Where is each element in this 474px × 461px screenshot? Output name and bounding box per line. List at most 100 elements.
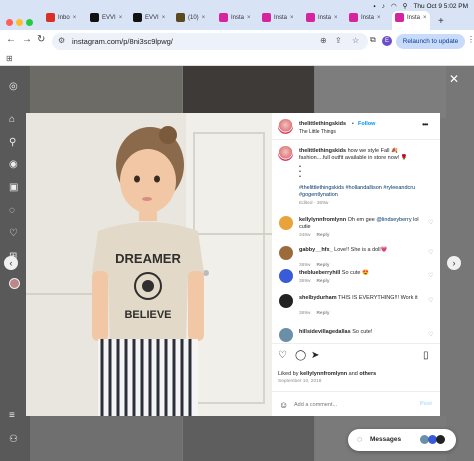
post-photo[interactable]: DREAMER BELIEVE: [26, 113, 272, 416]
comment-icon[interactable]: ◯: [295, 350, 306, 361]
menu-dots-icon[interactable]: ⋮: [467, 35, 474, 44]
next-post-button[interactable]: ›: [447, 256, 461, 270]
profile-avatar[interactable]: E: [382, 36, 392, 46]
zoom-icon[interactable]: ⊕: [320, 36, 327, 45]
comment-username[interactable]: theblueberryhill: [299, 270, 340, 276]
comment-mention[interactable]: @lindseyberry: [376, 217, 411, 223]
follow-button[interactable]: Follow: [358, 121, 375, 127]
post-comment-button[interactable]: Post: [420, 401, 432, 407]
profile-avatar-icon[interactable]: [9, 278, 20, 289]
liked-by-user[interactable]: kellylynnfromlynn: [300, 371, 347, 377]
bookmark-star-icon[interactable]: ☆: [352, 36, 359, 45]
tab-close-icon[interactable]: ×: [73, 15, 77, 21]
comment-like-heart-icon[interactable]: ♡: [428, 297, 433, 304]
add-comment-input[interactable]: [294, 399, 414, 411]
comment-reply-button[interactable]: Reply: [316, 233, 329, 238]
meta-icon[interactable]: ⚇: [9, 434, 18, 445]
close-window-button[interactable]: [6, 19, 13, 26]
previous-post-button[interactable]: ‹: [4, 256, 18, 270]
commenter-avatar[interactable]: [279, 328, 293, 342]
comment-time[interactable]: 348w: [299, 233, 310, 238]
share-send-icon[interactable]: ➤: [311, 350, 319, 361]
new-tab-button[interactable]: +: [438, 16, 444, 27]
reels-icon[interactable]: ▣: [9, 182, 18, 193]
tab-8[interactable]: Insta ×: [349, 13, 381, 30]
separator-dot: •: [352, 121, 354, 127]
extensions-icon[interactable]: ⧉: [370, 35, 376, 45]
commenter-avatar[interactable]: [279, 269, 293, 283]
comment-username[interactable]: kellylynnfromlynn: [299, 217, 346, 223]
minimize-window-button[interactable]: [16, 19, 23, 26]
comment-username[interactable]: shelbydurham: [299, 295, 337, 301]
more-menu-icon[interactable]: ≡: [9, 410, 15, 421]
search-icon[interactable]: ⚲: [9, 137, 16, 148]
comment-reply-button[interactable]: Reply: [316, 279, 329, 284]
comment-like-heart-icon[interactable]: ♡: [428, 249, 433, 256]
tab-close-icon[interactable]: ×: [247, 15, 251, 21]
comment-text: theblueberryhill So cute 😍: [299, 270, 422, 277]
comment-time[interactable]: 369w: [299, 279, 310, 284]
comment-username[interactable]: hillsidevillagedallas: [299, 329, 351, 335]
tab-7[interactable]: Insta ×: [306, 13, 338, 30]
like-heart-icon[interactable]: ♡: [278, 350, 287, 361]
comment-time[interactable]: 369w: [299, 263, 310, 268]
commenter-avatar[interactable]: [279, 216, 293, 230]
author-subtitle[interactable]: The Little Things: [299, 129, 336, 135]
background-grid-tile: [183, 66, 314, 118]
commenter-avatar[interactable]: [279, 246, 293, 260]
instagram-logo-icon[interactable]: ◎: [9, 81, 18, 92]
commenter-avatar[interactable]: [279, 294, 293, 308]
explore-icon[interactable]: ◉: [9, 159, 18, 170]
apps-grid-icon[interactable]: ⊞: [6, 54, 13, 63]
tab-close-icon[interactable]: ×: [119, 15, 123, 21]
comment-body: So cute 😍: [341, 270, 369, 276]
tab-3[interactable]: EVVI ×: [133, 13, 165, 30]
post-date[interactable]: September 10, 2018: [278, 379, 321, 384]
tab-2[interactable]: EVVI ×: [90, 13, 122, 30]
notifications-heart-icon[interactable]: ♡: [9, 228, 18, 239]
site-info-icon[interactable]: ⚙: [58, 36, 65, 45]
more-options-icon[interactable]: •••: [422, 120, 428, 129]
share-icon[interactable]: ⇪: [335, 36, 342, 45]
zoom-window-button[interactable]: [26, 19, 33, 26]
tab-4[interactable]: (10) ×: [176, 13, 205, 30]
author-avatar[interactable]: [278, 119, 293, 134]
comment-like-heart-icon[interactable]: ♡: [428, 331, 433, 338]
tab-close-icon[interactable]: ×: [423, 15, 427, 21]
back-button[interactable]: ←: [6, 34, 16, 45]
comment-like-heart-icon[interactable]: ♡: [428, 219, 433, 226]
tab-close-icon[interactable]: ×: [377, 15, 381, 21]
comment-time[interactable]: 369w: [299, 311, 310, 316]
caption-username[interactable]: thelittlethingskids: [299, 148, 346, 154]
close-icon[interactable]: ✕: [449, 72, 459, 86]
address-bar[interactable]: ⚙ instagram.com/p/8ni3sc9lpwg/ ⊕ ⇪ ☆: [52, 33, 368, 50]
author-avatar[interactable]: [278, 146, 293, 161]
messages-pill[interactable]: ◌ Messages: [348, 429, 456, 451]
comment-reply-button[interactable]: Reply: [316, 311, 329, 316]
tab-close-icon[interactable]: ×: [334, 15, 338, 21]
comment-username[interactable]: gabby__hfx_: [299, 247, 333, 253]
tab-close-icon[interactable]: ×: [290, 15, 294, 21]
comment-meta: 348w Reply: [299, 233, 330, 238]
messages-icon[interactable]: ◌: [9, 205, 15, 216]
author-username[interactable]: thelittlethingskids: [299, 121, 346, 127]
comment-like-heart-icon[interactable]: ♡: [428, 272, 433, 279]
liked-by-others[interactable]: others: [359, 371, 376, 377]
tab-5[interactable]: Insta ×: [219, 13, 251, 30]
relaunch-button[interactable]: Relaunch to update: [396, 34, 465, 49]
tab-9[interactable]: Insta ×: [392, 11, 430, 30]
tab-close-icon[interactable]: ×: [162, 15, 166, 21]
reload-button[interactable]: ↻: [37, 34, 45, 45]
comment-meta: 369w Reply: [299, 311, 330, 316]
home-icon[interactable]: ⌂: [9, 114, 15, 125]
tab-close-icon[interactable]: ×: [202, 15, 206, 21]
tab-favicon-icon: [90, 13, 99, 22]
tab-6[interactable]: Insta ×: [262, 13, 294, 30]
forward-button[interactable]: →: [22, 34, 32, 45]
save-bookmark-icon[interactable]: ▯: [423, 350, 429, 361]
tab-1[interactable]: Inbo ×: [46, 13, 76, 30]
caption-hashtags[interactable]: #thelittlethingskids #hollandallison #ry…: [299, 185, 422, 199]
url-text[interactable]: instagram.com/p/8ni3sc9lpwg/: [72, 37, 173, 46]
emoji-icon[interactable]: ☺: [279, 400, 288, 410]
comment-reply-button[interactable]: Reply: [316, 263, 329, 268]
